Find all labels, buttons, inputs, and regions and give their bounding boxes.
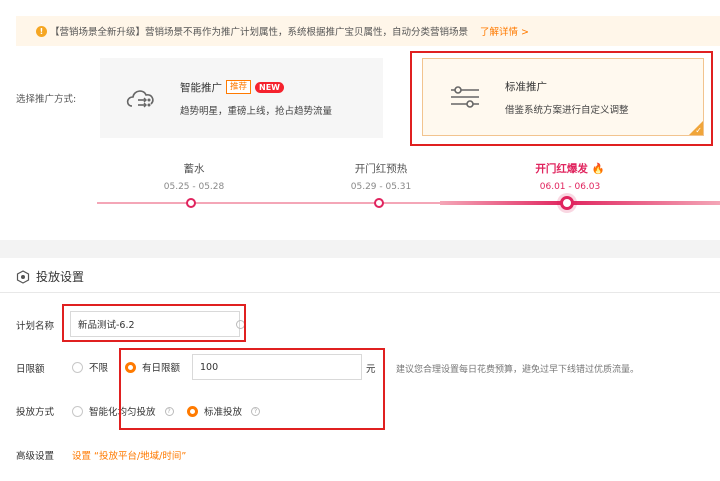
stage-date: 06.01 - 06.03 <box>539 182 601 192</box>
radio-no-limit[interactable]: 不限 <box>72 360 108 374</box>
timeline-active-track <box>440 201 720 205</box>
fire-icon: 🔥 <box>591 163 605 175</box>
timeline-dot-1 <box>186 198 196 208</box>
radio-circle <box>72 361 83 373</box>
exclamation-icon: ! <box>36 25 47 37</box>
stage-name: 开门红预热 <box>354 163 408 175</box>
radio-circle-selected <box>125 361 136 373</box>
radio-label: 标准投放 <box>204 407 243 418</box>
standard-promotion-card[interactable]: 标准推广 借鉴系统方案进行自定义调整 ✓ <box>422 58 704 136</box>
timeline-stage-3: 开门红爆发 🔥 06.01 - 06.03 <box>510 161 630 192</box>
timeline-stage-2: 开门红预热 05.29 - 05.31 <box>321 161 441 192</box>
help-icon[interactable]: ? <box>251 406 261 416</box>
daily-budget-input[interactable]: 100 <box>192 354 362 380</box>
standard-promotion-subtitle: 借鉴系统方案进行自定义调整 <box>505 104 629 116</box>
section-divider <box>0 292 720 293</box>
promotion-mode-label: 选择推广方式: <box>16 94 77 105</box>
stage-name: 开门红爆发 <box>535 163 588 175</box>
daily-limit-label: 日限额 <box>16 364 45 375</box>
daily-budget-value: 100 <box>200 361 219 373</box>
check-icon: ✓ <box>695 126 702 135</box>
advanced-settings-label: 高级设置 <box>16 451 55 462</box>
radio-label: 有日限额 <box>142 363 181 374</box>
new-badge: NEW <box>255 81 284 93</box>
plan-name-label: 计划名称 <box>16 321 55 332</box>
clear-icon[interactable] <box>236 320 245 329</box>
advanced-settings-link[interactable]: 设置 “投放平台/地域/时间” <box>72 448 186 462</box>
notice-detail-link[interactable]: 了解详情 > <box>480 24 529 38</box>
radio-smart-delivery[interactable]: 智能化均匀投放 ? <box>72 404 174 418</box>
notice-text: 【营销场景全新升级】营销场景不再作为推广计划属性，系统根据推广宝贝属性，自动分类… <box>50 27 469 38</box>
timeline-dot-3 <box>560 196 574 210</box>
help-icon[interactable]: ? <box>164 406 174 416</box>
timeline-dot-2 <box>374 198 384 208</box>
plan-name-value: 新品测试-6.2 <box>78 320 135 331</box>
stage-date: 05.29 - 05.31 <box>350 182 412 192</box>
radio-standard-delivery[interactable]: 标准投放 ? <box>187 404 261 418</box>
currency-unit: 元 <box>366 364 376 375</box>
radio-daily-limit[interactable]: 有日限额 <box>125 360 180 374</box>
standard-promotion-title: 标准推广 <box>505 80 547 93</box>
upgrade-notice: ! 【营销场景全新升级】营销场景不再作为推广计划属性，系统根据推广宝贝属性，自动… <box>16 16 720 46</box>
smart-promotion-title: 智能推广 <box>180 81 222 94</box>
smart-promotion-card[interactable]: 智能推广 推荐 NEW 趋势明星，重磅上线，抢占趋势流量 <box>100 58 383 138</box>
delivery-method-label: 投放方式 <box>16 407 55 418</box>
cloud-flow-icon <box>126 90 154 108</box>
section-title: 投放设置 <box>36 270 85 284</box>
sliders-icon <box>451 86 479 108</box>
recommend-tag: 推荐 <box>226 80 252 94</box>
plan-name-input[interactable]: 新品测试-6.2 <box>70 311 240 337</box>
radio-label: 智能化均匀投放 <box>89 407 156 418</box>
stage-name: 蓄水 <box>183 163 205 175</box>
timeline-stage-1: 蓄水 05.25 - 05.28 <box>134 161 254 192</box>
stage-date: 05.25 - 05.28 <box>163 182 225 192</box>
radio-circle <box>72 405 83 417</box>
hexagon-icon <box>16 269 30 284</box>
radio-circle-selected <box>187 405 198 417</box>
budget-hint: 建议您合理设置每日花费预算，避免过早下线错过优质流量。 <box>396 365 640 375</box>
smart-promotion-subtitle: 趋势明星，重磅上线，抢占趋势流量 <box>180 105 333 117</box>
section-header: 投放设置 <box>16 268 84 285</box>
radio-label: 不限 <box>89 363 109 374</box>
